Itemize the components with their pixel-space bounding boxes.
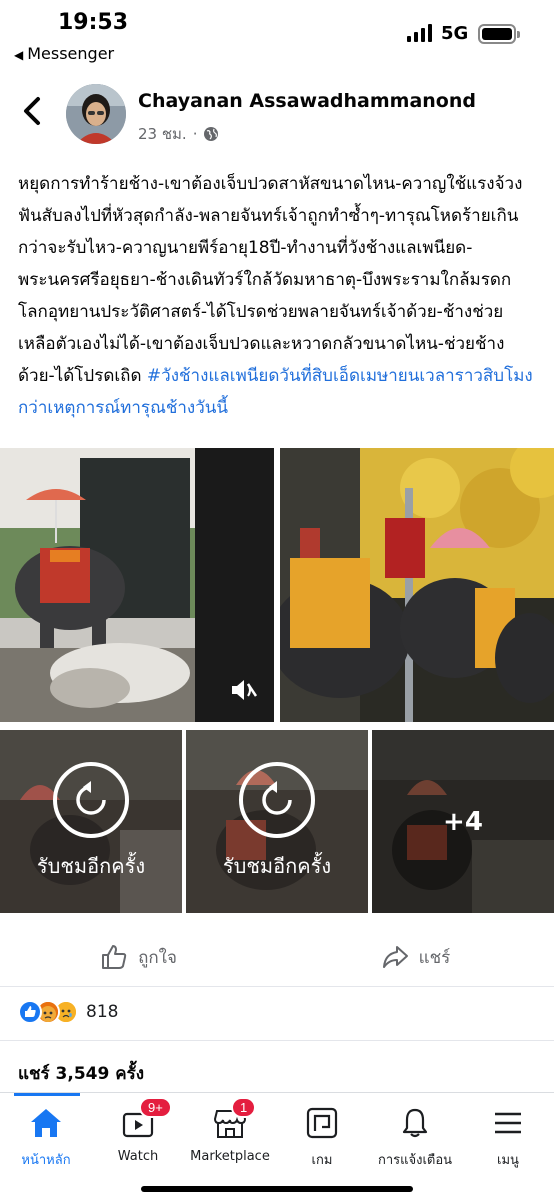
battery-icon [478,24,520,44]
post-header: Chayanan Assawadhammanond 23 ชม. · [0,80,554,146]
replay-overlay[interactable]: รับชมอีกครั้ง [186,730,368,913]
back-app-label: Messenger [27,44,115,63]
network-type: 5G [441,23,469,44]
video-tile-3[interactable]: รับชมอีกครั้ง [0,730,182,913]
reaction-summary[interactable]: 818 [18,998,118,1026]
globe-icon [204,127,219,141]
status-bar: 19:53 ◀ Messenger 5G [0,0,554,70]
tab-label: Watch [117,1149,159,1164]
photo-tile-2[interactable] [280,448,554,722]
tab-label: เกม [311,1153,333,1168]
post-actions: ถูกใจ แชร์ [0,930,554,984]
reaction-count: 818 [86,1002,119,1022]
replay-label: รับชมอีกครั้ง [222,853,332,878]
meta-separator: · [192,125,198,143]
marketplace-badge: 1 [231,1097,257,1118]
share-count[interactable]: แชร์ 3,549 ครั้ง [18,1060,144,1087]
watch-badge: 9+ [139,1097,172,1118]
more-media-tile[interactable]: +4 [372,730,554,913]
chevron-left-icon [24,97,40,125]
post-meta: 23 ชม. · [138,122,219,146]
tab-marketplace[interactable]: 1 Marketplace [184,1093,276,1173]
menu-icon [491,1103,525,1143]
gaming-icon [305,1103,339,1143]
status-time: 19:53 [58,10,129,35]
replay-icon [53,761,129,838]
tab-home[interactable]: หน้าหลัก [0,1093,92,1173]
tab-label: การแจ้งเตือน [377,1153,453,1168]
share-label: แชร์ [418,947,451,968]
like-button[interactable]: ถูกใจ [0,930,277,984]
like-label: ถูกใจ [138,947,177,968]
back-triangle-icon: ◀ [14,48,24,62]
more-media-count: +4 [372,730,554,913]
tab-gaming[interactable]: เกม [276,1093,368,1173]
tab-menu[interactable]: เมนู [462,1093,554,1173]
tab-label: Marketplace [190,1149,270,1164]
share-icon [382,946,408,968]
signal-icon [407,24,433,42]
video-tile-4[interactable]: รับชมอีกครั้ง [186,730,368,913]
divider [0,1040,554,1041]
post-time[interactable]: 23 ชม. [138,122,187,146]
tab-watch[interactable]: 9+ Watch [92,1093,184,1173]
replay-overlay[interactable]: รับชมอีกครั้ง [0,730,182,913]
back-to-app-link[interactable]: ◀ Messenger [14,44,114,63]
like-reaction-icon [18,1000,42,1024]
replay-icon [239,761,315,838]
bell-icon [398,1103,432,1143]
video-tile-1[interactable] [0,448,274,722]
media-grid: รับชมอีกครั้ง รับชมอีกครั้ง +4 [0,448,554,913]
divider [0,986,554,987]
mute-icon[interactable] [224,672,260,708]
tab-label: หน้าหลัก [21,1153,71,1168]
tab-notifications[interactable]: การแจ้งเตือน [368,1093,462,1173]
replay-label: รับชมอีกครั้ง [36,853,146,878]
post-body: หยุดการทำร้ายช้าง-เขาต้องเจ็บปวดสาหัสขนา… [18,174,523,386]
bottom-tab-bar: หน้าหลัก 9+ Watch 1 Marketplace เกม การแ… [0,1092,554,1200]
share-button[interactable]: แชร์ [277,930,554,984]
marketplace-icon: 1 [213,1097,257,1143]
home-indicator[interactable] [141,1186,413,1192]
tab-label: เมนู [497,1153,519,1168]
back-button[interactable] [18,94,48,128]
thumbs-up-icon [102,945,127,969]
avatar[interactable] [66,84,126,144]
watch-icon: 9+ [121,1097,172,1143]
author-name[interactable]: Chayanan Assawadhammanond [138,90,476,112]
home-icon [29,1103,63,1143]
post-text: หยุดการทำร้ายช้าง-เขาต้องเจ็บปวดสาหัสขนา… [18,168,540,424]
